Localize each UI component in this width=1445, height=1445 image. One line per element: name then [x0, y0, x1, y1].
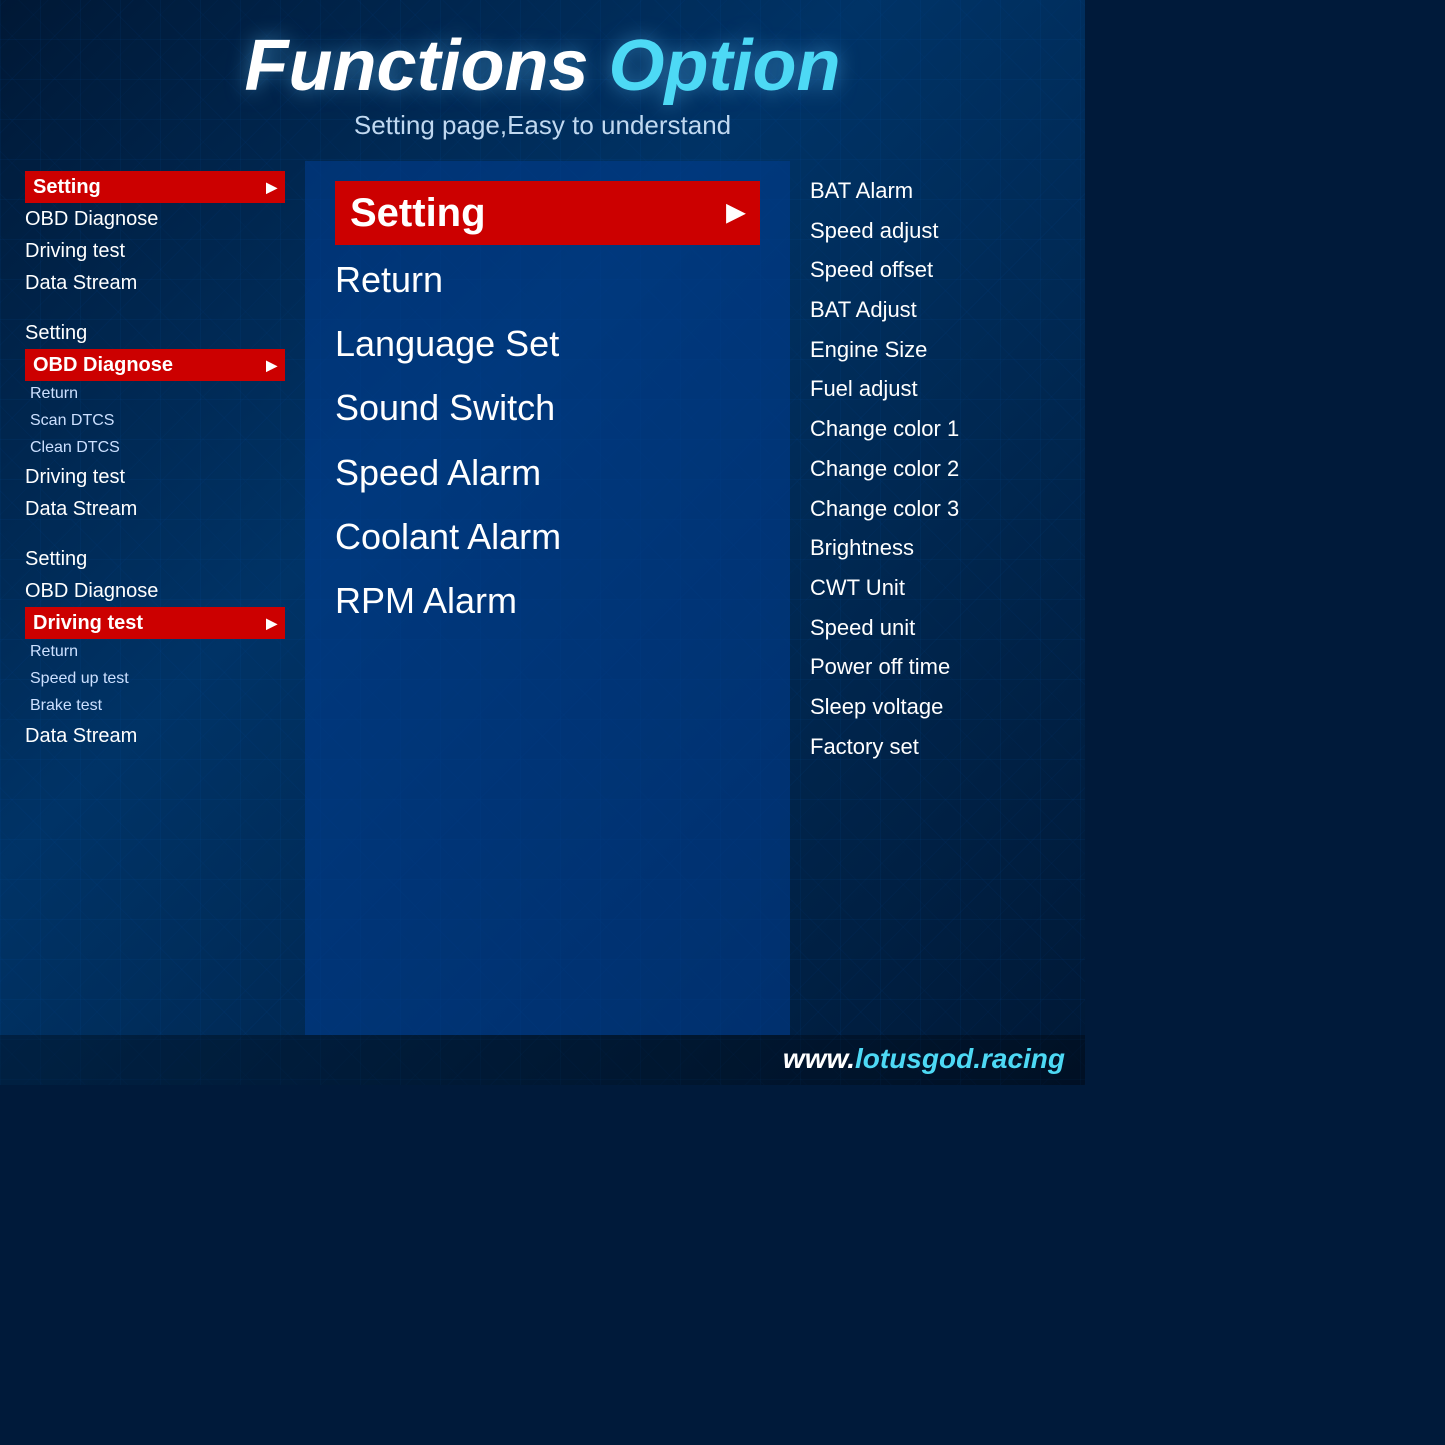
right-brightness[interactable]: Brightness	[810, 528, 1060, 568]
title-functions: Functions	[245, 26, 589, 106]
right-bat-alarm[interactable]: BAT Alarm	[810, 171, 1060, 211]
right-power-off[interactable]: Power off time	[810, 647, 1060, 687]
left-setting-3[interactable]: Setting	[25, 543, 285, 575]
header: Functions Option Setting page,Easy to un…	[0, 0, 1085, 151]
left-group-1: Setting ▶ OBD Diagnose Driving test Data…	[25, 171, 285, 299]
center-setting[interactable]: Setting ▶	[335, 181, 760, 245]
right-speed-offset[interactable]: Speed offset	[810, 250, 1060, 290]
right-factory-set[interactable]: Factory set	[810, 727, 1060, 767]
left-return-3[interactable]: Return	[25, 639, 285, 666]
right-speed-adjust[interactable]: Speed adjust	[810, 211, 1060, 251]
right-change-color-2[interactable]: Change color 2	[810, 449, 1060, 489]
arrow-icon-2: ▶	[266, 356, 277, 374]
right-change-color-3[interactable]: Change color 3	[810, 489, 1060, 529]
right-column: BAT Alarm Speed adjust Speed offset BAT …	[795, 161, 1075, 1035]
arrow-icon-3: ▶	[266, 614, 277, 632]
right-change-color-1[interactable]: Change color 1	[810, 409, 1060, 449]
main-area: Setting ▶ OBD Diagnose Driving test Data…	[0, 151, 1085, 1035]
title-option: Option	[609, 26, 841, 106]
arrow-icon: ▶	[266, 178, 277, 196]
footer-url: www.lotusgod.racing	[783, 1043, 1065, 1074]
left-data-3[interactable]: Data Stream	[25, 720, 285, 752]
left-obd-1[interactable]: OBD Diagnose	[25, 203, 285, 235]
left-group-3: Setting OBD Diagnose Driving test ▶ Retu…	[25, 543, 285, 751]
right-fuel-adjust[interactable]: Fuel adjust	[810, 369, 1060, 409]
left-setting-1[interactable]: Setting ▶	[25, 171, 285, 203]
footer-www: www.	[783, 1043, 855, 1074]
center-speed-alarm[interactable]: Speed Alarm	[335, 443, 760, 502]
right-cwt-unit[interactable]: CWT Unit	[810, 568, 1060, 608]
right-engine-size[interactable]: Engine Size	[810, 330, 1060, 370]
left-speedup-3[interactable]: Speed up test	[25, 666, 285, 693]
footer-domain: lotusgod.racing	[855, 1043, 1065, 1074]
left-obd-2[interactable]: OBD Diagnose ▶	[25, 349, 285, 381]
center-return[interactable]: Return	[335, 250, 760, 309]
left-data-1[interactable]: Data Stream	[25, 267, 285, 299]
center-rpm[interactable]: RPM Alarm	[335, 571, 760, 630]
center-arrow-icon: ▶	[727, 199, 745, 228]
center-column: Setting ▶ Return Language Set Sound Swit…	[305, 161, 790, 1035]
left-brake-3[interactable]: Brake test	[25, 693, 285, 720]
left-driving-3[interactable]: Driving test ▶	[25, 607, 285, 639]
left-driving-1[interactable]: Driving test	[25, 235, 285, 267]
left-group-2: Setting OBD Diagnose ▶ Return Scan DTCS …	[25, 317, 285, 525]
footer: www.lotusgod.racing	[0, 1035, 1085, 1085]
left-scan-2[interactable]: Scan DTCS	[25, 408, 285, 435]
left-obd-3[interactable]: OBD Diagnose	[25, 575, 285, 607]
left-clean-2[interactable]: Clean DTCS	[25, 435, 285, 462]
center-sound[interactable]: Sound Switch	[335, 378, 760, 437]
left-column: Setting ▶ OBD Diagnose Driving test Data…	[10, 161, 300, 1035]
page-title: Functions Option	[20, 30, 1065, 102]
right-bat-adjust[interactable]: BAT Adjust	[810, 290, 1060, 330]
left-data-2[interactable]: Data Stream	[25, 493, 285, 525]
left-return-2[interactable]: Return	[25, 381, 285, 408]
left-driving-2[interactable]: Driving test	[25, 461, 285, 493]
right-sleep-voltage[interactable]: Sleep voltage	[810, 687, 1060, 727]
right-speed-unit[interactable]: Speed unit	[810, 608, 1060, 648]
center-language[interactable]: Language Set	[335, 314, 760, 373]
center-coolant[interactable]: Coolant Alarm	[335, 507, 760, 566]
left-setting-2[interactable]: Setting	[25, 317, 285, 349]
page-subtitle: Setting page,Easy to understand	[20, 110, 1065, 141]
